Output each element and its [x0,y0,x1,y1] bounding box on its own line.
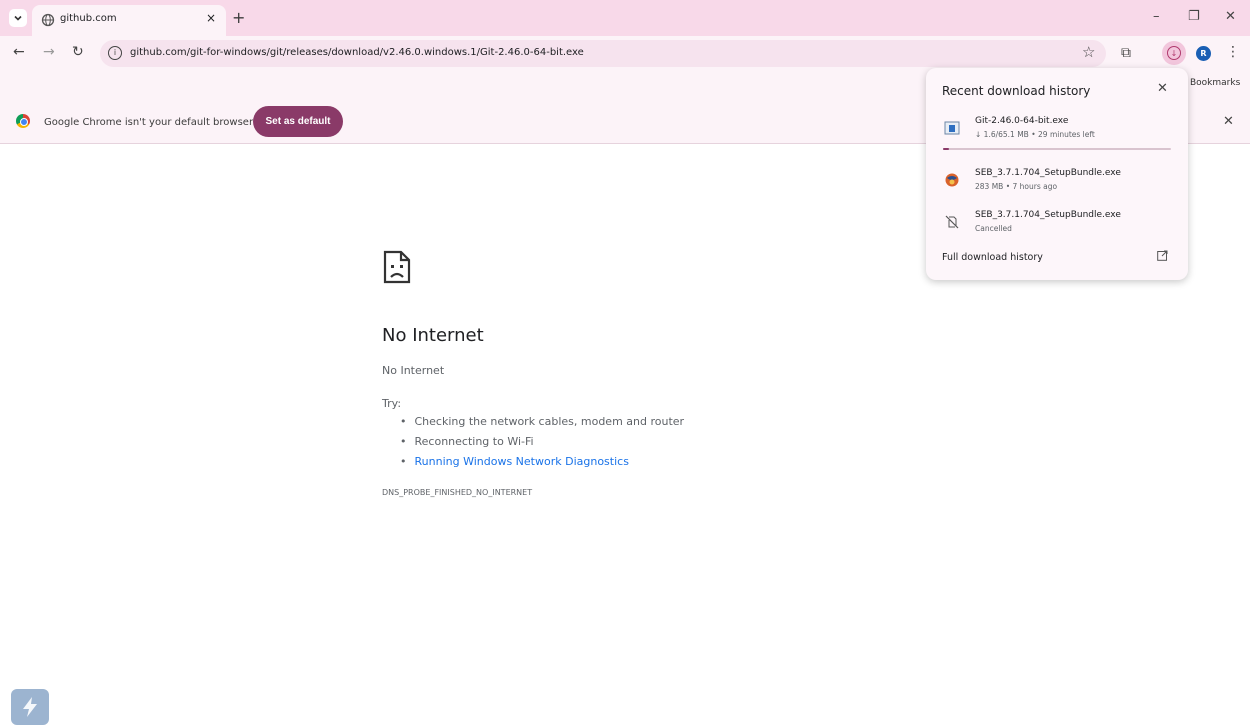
download-filename: SEB_3.7.1.704_SetupBundle.exe [975,168,1121,178]
bookmarks-label[interactable]: Bookmarks [1190,78,1240,88]
download-history-popup: Recent download history ✕ Git-2.46.0-64-… [926,68,1188,280]
popup-close-icon[interactable]: ✕ [1157,81,1168,96]
error-title: No Internet [382,325,484,346]
suggestion-list: Checking the network cables, modem and r… [400,414,685,474]
installer-icon [944,121,960,135]
sad-page-icon [383,250,411,284]
back-button[interactable]: ← [13,44,25,60]
address-bar[interactable]: i github.com/git-for-windows/git/release… [100,40,1106,67]
download-item[interactable]: SEB_3.7.1.704_SetupBundle.exe 283 MB • 7… [926,168,1188,208]
url-text[interactable]: github.com/git-for-windows/git/releases/… [130,47,584,58]
infobar-close-icon[interactable]: ✕ [1223,114,1234,129]
download-progress-bar [943,148,1171,150]
close-window-button[interactable]: ✕ [1225,9,1236,24]
tab-github[interactable]: github.com × [32,5,226,36]
menu-kebab-icon[interactable]: ⋮ [1226,44,1240,60]
open-in-new-icon[interactable] [1157,250,1168,261]
download-item[interactable]: SEB_3.7.1.704_SetupBundle.exe Cancelled [926,210,1188,250]
download-filename: SEB_3.7.1.704_SetupBundle.exe [975,210,1121,220]
cancelled-file-icon [945,215,959,229]
extensions-icon[interactable]: ⧉ [1121,45,1131,61]
toolbar: ← → ↻ i github.com/git-for-windows/git/r… [0,36,1250,72]
profile-avatar[interactable]: R [1196,46,1211,61]
tab-close-icon[interactable]: × [206,11,216,25]
download-progress-fill [943,148,949,150]
forward-button[interactable]: → [43,44,55,60]
downloads-button[interactable]: ↓ [1162,41,1186,65]
restore-button[interactable]: ❐ [1188,9,1200,24]
site-info-icon[interactable]: i [108,46,122,60]
popup-header: Recent download history [942,84,1091,98]
chrome-logo-icon [16,114,30,128]
tab-strip: github.com × + – ❐ ✕ [0,0,1250,36]
lightning-icon [23,697,37,717]
reload-button[interactable]: ↻ [72,44,84,60]
bookmark-star-icon[interactable]: ☆ [1082,43,1095,61]
infobar-message: Google Chrome isn't your default browser [44,117,254,128]
network-diagnostics-link[interactable]: Running Windows Network Diagnostics [400,454,684,474]
set-as-default-button[interactable]: Set as default [253,106,343,137]
download-status: ↓ 1.6/65.1 MB • 29 minutes left [975,130,1095,139]
globe-icon [41,13,55,27]
seb-icon [945,173,959,187]
new-tab-button[interactable]: + [232,8,245,27]
error-code: DNS_PROBE_FINISHED_NO_INTERNET [382,488,533,497]
suggestion-item: Checking the network cables, modem and r… [400,414,685,434]
tab-title: github.com [60,13,117,24]
download-filename: Git-2.46.0-64-bit.exe [975,116,1069,126]
app-launcher-icon[interactable] [11,689,49,725]
error-try-label: Try: [382,397,402,410]
download-status: Cancelled [975,224,1012,233]
download-status: 283 MB • 7 hours ago [975,182,1058,191]
chevron-down-icon [14,15,22,21]
error-subtitle: No Internet [382,364,445,377]
download-arrow-icon: ↓ [1167,46,1181,60]
suggestion-item: Reconnecting to Wi-Fi [400,434,684,454]
full-download-history-link[interactable]: Full download history [942,252,1043,263]
download-item[interactable]: Git-2.46.0-64-bit.exe ↓ 1.6/65.1 MB • 29… [926,116,1188,156]
minimize-button[interactable]: – [1153,9,1160,24]
tab-search-button[interactable] [9,9,27,27]
